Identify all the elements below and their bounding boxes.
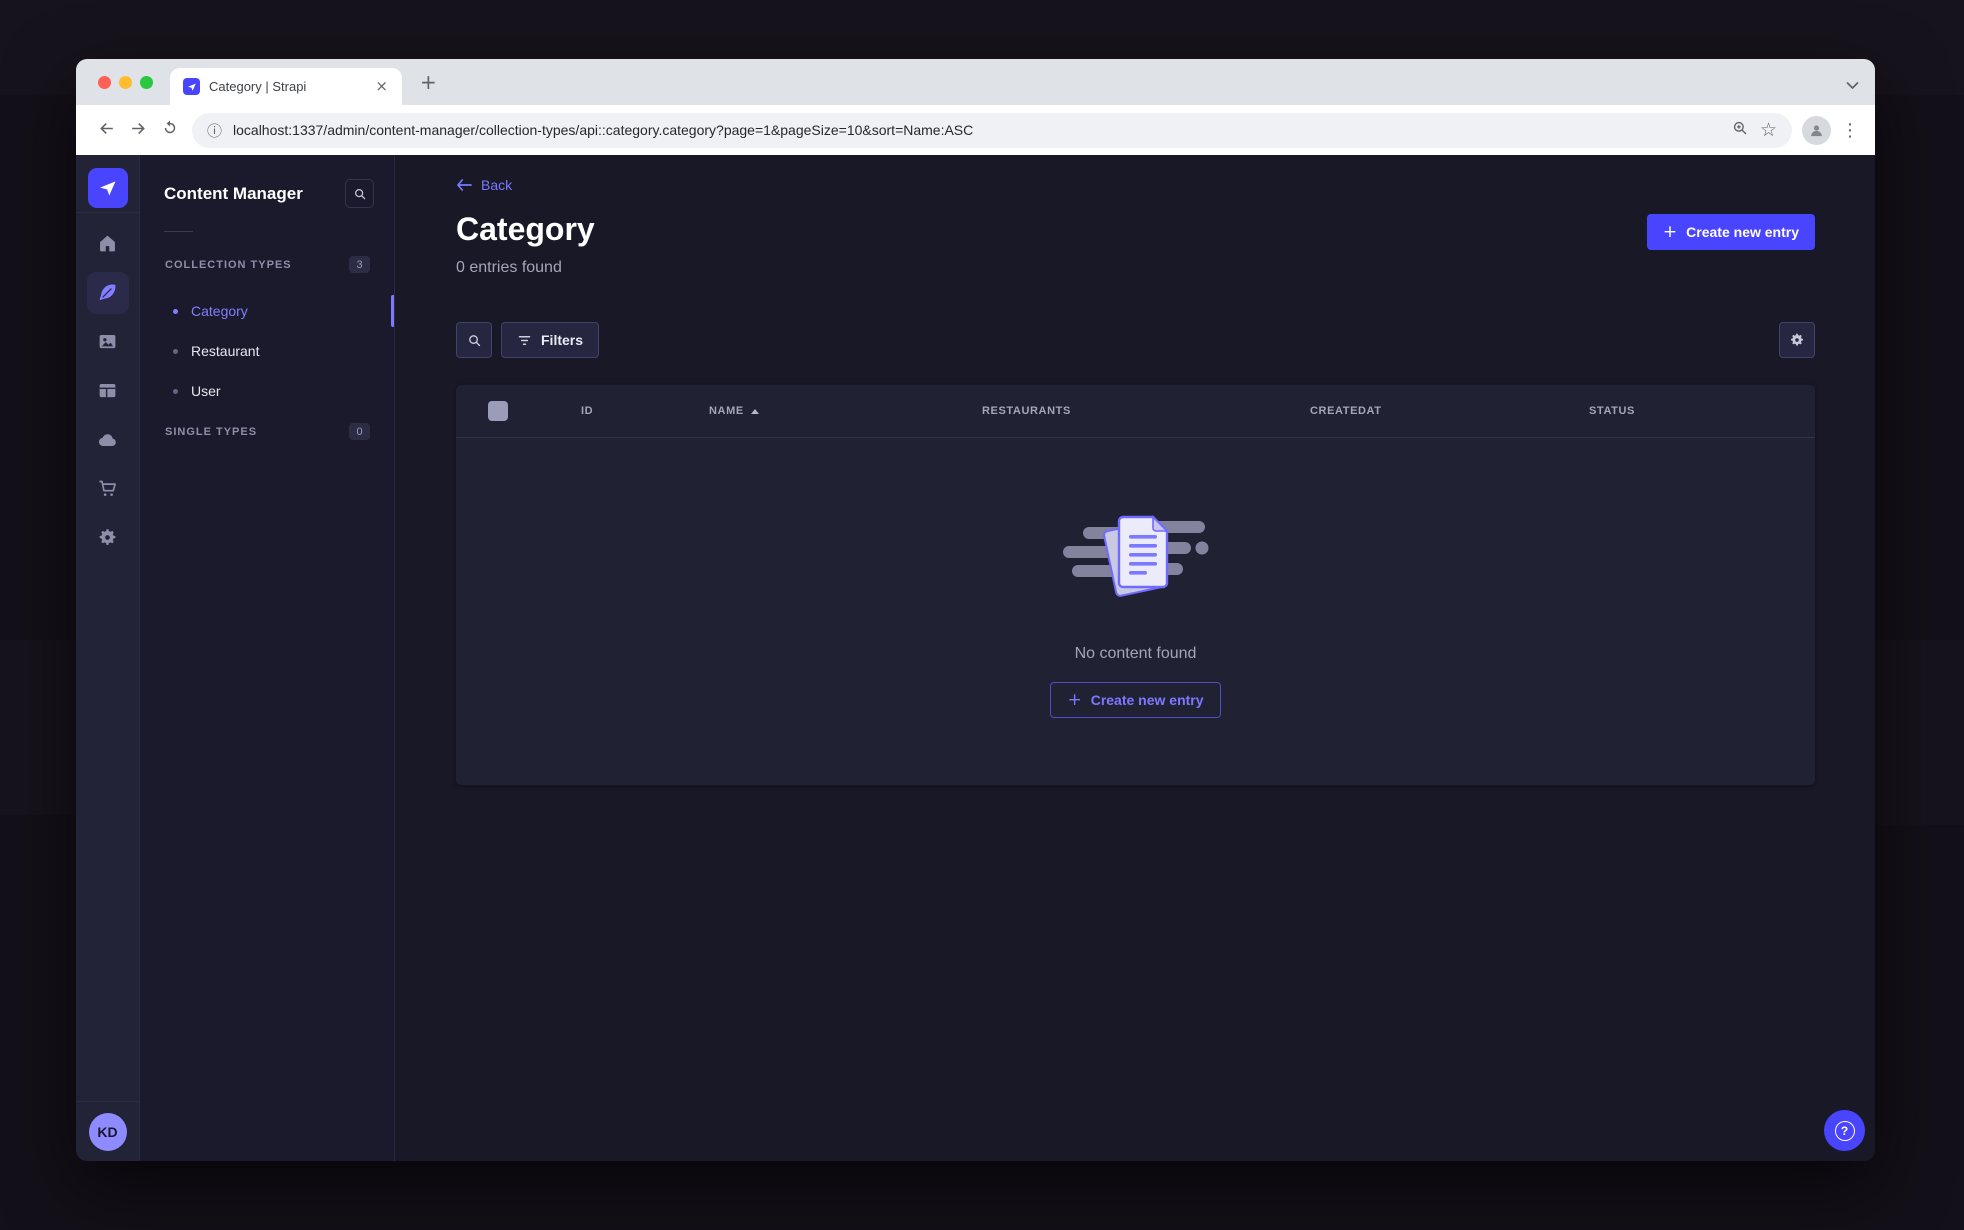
section-label: SINGLE TYPES <box>165 425 258 438</box>
search-icon <box>468 334 480 346</box>
strapi-admin-app: KD Content Manager COLLECTION TYPES 3 Ca… <box>76 155 1875 1161</box>
browser-forward-icon[interactable] <box>122 119 154 142</box>
close-window-button[interactable] <box>98 76 111 89</box>
layout-icon <box>87 370 129 412</box>
bullet-icon <box>173 388 178 394</box>
zoom-in-icon[interactable] <box>1731 119 1749 142</box>
column-header-restaurants[interactable]: RESTAURANTS <box>982 405 1310 417</box>
sidebar-item-restaurant[interactable]: Restaurant <box>140 331 394 371</box>
column-header-id[interactable]: ID <box>581 405 709 417</box>
help-button[interactable]: ? <box>1824 1110 1865 1151</box>
bookmark-star-icon[interactable]: ☆ <box>1760 119 1777 141</box>
nav-item-cloud[interactable] <box>76 415 140 464</box>
site-info-icon[interactable]: ⓘ <box>207 120 222 141</box>
create-button-label: Create new entry <box>1686 224 1799 240</box>
minimize-window-button[interactable] <box>119 76 132 89</box>
home-icon <box>87 223 129 265</box>
browser-tab[interactable]: Category | Strapi × <box>170 68 402 105</box>
plus-icon: + <box>1662 221 1678 242</box>
empty-state-message: No content found <box>1074 645 1197 662</box>
filters-button[interactable]: Filters <box>501 322 600 358</box>
nav-footer: KD <box>76 1101 139 1161</box>
column-header-status[interactable]: STATUS <box>1589 405 1815 417</box>
browser-back-icon[interactable] <box>90 119 122 142</box>
browser-tab-strip: Category | Strapi × + <box>76 59 1875 105</box>
main-navigation-rail: KD <box>76 155 140 1161</box>
single-types-count-badge: 0 <box>349 423 370 440</box>
cloud-icon <box>87 419 129 461</box>
sidebar-item-category[interactable]: Category <box>140 291 394 331</box>
section-label: COLLECTION TYPES <box>165 258 292 271</box>
view-settings-button[interactable] <box>1779 322 1815 358</box>
nav-item-home[interactable] <box>76 219 140 268</box>
nav-item-media-library[interactable] <box>76 317 140 366</box>
divider <box>76 1101 139 1102</box>
sidebar-search-button[interactable] <box>345 179 374 208</box>
column-header-createdat[interactable]: CREATEDAT <box>1310 405 1589 417</box>
page-title: Category <box>456 211 595 247</box>
plus-icon: + <box>1067 689 1082 710</box>
back-label: Back <box>481 177 513 193</box>
sidebar-item-label: Category <box>191 303 248 319</box>
back-arrow-icon <box>457 179 472 191</box>
maximize-window-button[interactable] <box>140 76 153 89</box>
no-content-illustration <box>1062 515 1208 597</box>
single-types-section-header: SINGLE TYPES 0 <box>140 423 394 440</box>
tab-search-chevron-icon[interactable] <box>1846 77 1859 95</box>
sort-ascending-icon <box>750 408 759 414</box>
browser-reload-icon[interactable] <box>154 119 186 141</box>
media-library-icon <box>87 321 129 363</box>
help-icon: ? <box>1834 1120 1855 1141</box>
nav-item-content-manager[interactable] <box>76 268 140 317</box>
window-controls <box>98 76 153 89</box>
filter-icon <box>518 335 531 345</box>
browser-toolbar: ⓘ localhost:1337/admin/content-manager/c… <box>76 105 1875 155</box>
search-entries-button[interactable] <box>456 322 492 358</box>
collection-types-list: Category Restaurant User <box>140 291 394 411</box>
divider <box>164 231 193 232</box>
nav-item-marketplace[interactable] <box>76 464 140 513</box>
cart-icon <box>87 468 129 510</box>
entries-count: 0 entries found <box>456 259 562 276</box>
bullet-icon <box>173 348 178 354</box>
sidebar-item-label: User <box>191 383 221 399</box>
filters-label: Filters <box>541 332 584 348</box>
active-indicator <box>391 295 394 327</box>
gear-icon <box>87 517 129 559</box>
gear-icon <box>1791 333 1803 346</box>
sidebar-item-user[interactable]: User <box>140 371 394 411</box>
address-bar[interactable]: ⓘ localhost:1337/admin/content-manager/c… <box>192 112 1792 148</box>
nav-item-settings[interactable] <box>76 513 140 562</box>
new-tab-button[interactable]: + <box>420 70 437 94</box>
collection-types-section-header: COLLECTION TYPES 3 <box>140 256 394 273</box>
user-avatar[interactable]: KD <box>88 1113 127 1151</box>
nav-item-content-type-builder[interactable] <box>76 366 140 415</box>
empty-create-entry-button[interactable]: + Create new entry <box>1050 682 1221 718</box>
main-content: Back Category 0 entries found + Create n… <box>395 155 1875 1161</box>
browser-menu-icon[interactable]: ⋮ <box>1839 120 1861 141</box>
tab-title: Category | Strapi <box>209 79 307 94</box>
feather-icon <box>86 271 129 314</box>
strapi-favicon-icon <box>183 78 200 95</box>
browser-window: Category | Strapi × + ⓘ localhost:1337/a… <box>76 59 1875 1161</box>
bullet-icon <box>173 308 178 314</box>
sidebar-title: Content Manager <box>164 183 303 203</box>
close-tab-icon[interactable]: × <box>371 77 392 96</box>
content-manager-sidebar: Content Manager COLLECTION TYPES 3 Categ… <box>140 155 395 1161</box>
empty-state: No content found + Create new entry <box>456 438 1815 785</box>
strapi-logo[interactable] <box>87 168 128 208</box>
browser-profile-icon[interactable] <box>1802 115 1831 145</box>
nav-icon-list <box>76 213 140 562</box>
create-new-entry-button[interactable]: + Create new entry <box>1646 214 1815 250</box>
empty-create-button-label: Create new entry <box>1090 692 1204 708</box>
collection-types-count-badge: 3 <box>349 256 370 273</box>
back-link[interactable]: Back <box>456 177 512 193</box>
column-header-name[interactable]: NAME <box>709 405 982 417</box>
url-text[interactable]: localhost:1337/admin/content-manager/col… <box>233 122 1720 138</box>
select-all-checkbox[interactable] <box>488 401 508 421</box>
table-header-row: ID NAME RESTAURANTS CREATEDAT STATUS <box>456 385 1815 438</box>
entries-table: ID NAME RESTAURANTS CREATEDAT STATUS No … <box>456 385 1815 785</box>
sidebar-item-label: Restaurant <box>191 343 260 359</box>
